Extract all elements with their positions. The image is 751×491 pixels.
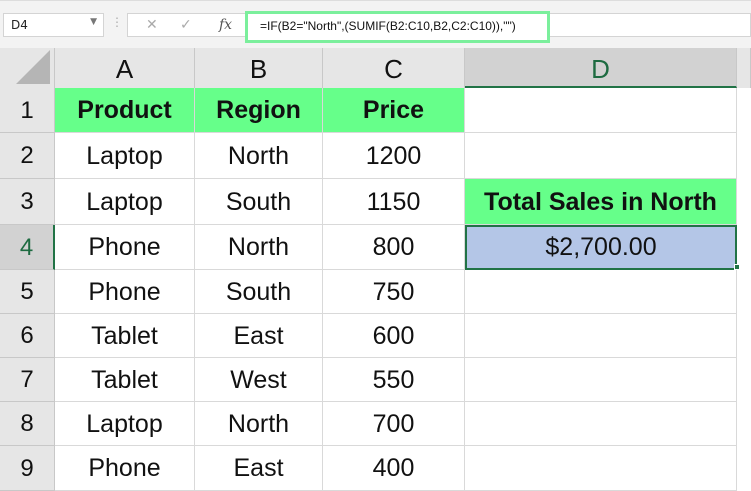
column-header-C[interactable]: C	[323, 48, 465, 88]
cell-C4[interactable]: 800	[323, 225, 465, 270]
cell-C5[interactable]: 750	[323, 270, 465, 314]
cell-C7[interactable]: 550	[323, 358, 465, 402]
cell-D3-result-label[interactable]: Total Sales in North	[465, 179, 737, 225]
cell-A5[interactable]: Phone	[55, 270, 195, 314]
cell-C2[interactable]: 1200	[323, 133, 465, 179]
cell-B8[interactable]: North	[195, 402, 323, 446]
column-header-A[interactable]: A	[55, 48, 195, 88]
formula-toolbar: D4 ▼ ⋮ ✕ ✓ fx =IF(B2="North",(SUMIF(B2:C1…	[0, 0, 751, 48]
fill-handle[interactable]	[734, 264, 740, 270]
row-header-4[interactable]: 4	[0, 225, 55, 270]
cell-A6[interactable]: Tablet	[55, 314, 195, 358]
cell-D7[interactable]	[465, 358, 737, 402]
cell-C3[interactable]: 1150	[323, 179, 465, 225]
cell-D5[interactable]	[465, 270, 737, 314]
column-header-B[interactable]: B	[195, 48, 323, 88]
cell-C1[interactable]: Price	[323, 88, 465, 133]
cell-B7[interactable]: West	[195, 358, 323, 402]
cell-A8[interactable]: Laptop	[55, 402, 195, 446]
cell-B1[interactable]: Region	[195, 88, 323, 133]
row-header-2[interactable]: 2	[0, 133, 55, 179]
cell-A9[interactable]: Phone	[55, 446, 195, 491]
cancel-icon[interactable]: ✕	[146, 17, 158, 33]
select-all-button[interactable]	[0, 48, 55, 88]
row-header-5[interactable]: 5	[0, 270, 55, 314]
cell-A4[interactable]: Phone	[55, 225, 195, 270]
cell-C6[interactable]: 600	[323, 314, 465, 358]
drag-handle-icon[interactable]: ⋮	[111, 15, 123, 29]
row-header-3[interactable]: 3	[0, 179, 55, 225]
cell-A2[interactable]: Laptop	[55, 133, 195, 179]
column-header-E[interactable]	[737, 48, 751, 88]
cell-B6[interactable]: East	[195, 314, 323, 358]
cell-A3[interactable]: Laptop	[55, 179, 195, 225]
row-header-6[interactable]: 6	[0, 314, 55, 358]
cell-A7[interactable]: Tablet	[55, 358, 195, 402]
row-header-7[interactable]: 7	[0, 358, 55, 402]
cell-C8[interactable]: 700	[323, 402, 465, 446]
fx-icon[interactable]: fx	[219, 17, 232, 33]
cell-D8[interactable]	[465, 402, 737, 446]
cell-B9[interactable]: East	[195, 446, 323, 491]
column-header-D[interactable]: D	[465, 48, 737, 88]
cell-B5[interactable]: South	[195, 270, 323, 314]
name-box[interactable]: D4 ▼	[3, 13, 104, 37]
cell-D9[interactable]	[465, 446, 737, 491]
formula-input[interactable]: =IF(B2="North",(SUMIF(B2:C10,B2,C2:C10))…	[245, 11, 550, 43]
cell-B3[interactable]: South	[195, 179, 323, 225]
cell-D2[interactable]	[465, 133, 737, 179]
row-header-8[interactable]: 8	[0, 402, 55, 446]
cell-D1[interactable]	[465, 88, 737, 133]
name-box-value: D4	[11, 18, 28, 32]
cell-D6[interactable]	[465, 314, 737, 358]
chevron-down-icon[interactable]: ▼	[90, 17, 97, 27]
cell-B2[interactable]: North	[195, 133, 323, 179]
row-header-9[interactable]: 9	[0, 446, 55, 491]
cell-B4[interactable]: North	[195, 225, 323, 270]
row-header-1[interactable]: 1	[0, 88, 55, 133]
cell-C9[interactable]: 400	[323, 446, 465, 491]
enter-icon[interactable]: ✓	[180, 17, 192, 33]
cell-A1[interactable]: Product	[55, 88, 195, 133]
cell-D4-result-value[interactable]: $2,700.00	[465, 225, 737, 270]
